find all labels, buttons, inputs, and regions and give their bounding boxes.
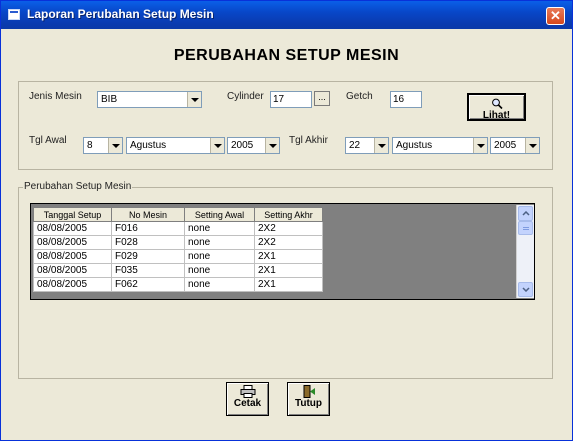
tgl-akhir-day-select[interactable]: 22 bbox=[345, 137, 389, 154]
table-row[interactable]: 08/08/2005 F062 none 2X1 bbox=[33, 277, 323, 292]
table-cell[interactable]: F062 bbox=[111, 277, 185, 292]
scroll-up-button[interactable] bbox=[518, 206, 533, 221]
table-cell[interactable]: 2X1 bbox=[254, 277, 323, 292]
column-header[interactable]: No Mesin bbox=[111, 207, 185, 222]
table-cell[interactable]: none bbox=[184, 277, 255, 292]
chevron-down-icon[interactable] bbox=[525, 138, 539, 153]
report-window: Laporan Perubahan Setup Mesin ✕ PERUBAHA… bbox=[0, 0, 573, 441]
chevron-down-icon[interactable] bbox=[374, 138, 388, 153]
page-title: PERUBAHAN SETUP MESIN bbox=[173, 47, 400, 64]
result-grid[interactable]: Tanggal Setup No Mesin Setting Awal Sett… bbox=[30, 203, 535, 300]
tgl-akhir-month-value: Agustus bbox=[396, 140, 433, 151]
table-cell[interactable]: none bbox=[184, 249, 255, 264]
table-cell[interactable]: F029 bbox=[111, 249, 185, 264]
tgl-awal-day-select[interactable]: 8 bbox=[83, 137, 123, 154]
lihat-button[interactable]: Lihat! bbox=[467, 93, 526, 121]
chevron-down-icon[interactable] bbox=[473, 138, 487, 153]
table-header-row: Tanggal Setup No Mesin Setting Awal Sett… bbox=[33, 207, 323, 222]
tgl-awal-year-select[interactable]: 2005 bbox=[227, 137, 280, 154]
table-cell[interactable]: 2X2 bbox=[254, 235, 323, 250]
chevron-down-icon[interactable] bbox=[108, 138, 122, 153]
window-icon bbox=[8, 9, 20, 20]
result-table: Tanggal Setup No Mesin Setting Awal Sett… bbox=[33, 207, 323, 292]
magnifier-icon bbox=[491, 98, 503, 110]
table-cell[interactable]: 08/08/2005 bbox=[33, 221, 112, 236]
tgl-akhir-month-select[interactable]: Agustus bbox=[392, 137, 488, 154]
tgl-akhir-label: Tgl Akhir bbox=[289, 135, 328, 146]
printer-icon bbox=[240, 385, 255, 398]
table-cell[interactable]: 08/08/2005 bbox=[33, 249, 112, 264]
table-cell[interactable]: 2X1 bbox=[254, 249, 323, 264]
table-cell[interactable]: 2X2 bbox=[254, 221, 323, 236]
tgl-awal-month-select[interactable]: Agustus bbox=[126, 137, 225, 154]
jenis-mesin-select[interactable]: BIB bbox=[97, 91, 202, 108]
table-row[interactable]: 08/08/2005 F028 none 2X2 bbox=[33, 235, 323, 250]
tgl-akhir-day-value: 22 bbox=[349, 140, 361, 151]
chevron-down-icon[interactable] bbox=[265, 138, 279, 153]
table-cell[interactable]: F035 bbox=[111, 263, 185, 278]
cetak-label: Cetak bbox=[233, 398, 262, 409]
table-cell[interactable]: none bbox=[184, 263, 255, 278]
table-cell[interactable]: F028 bbox=[111, 235, 185, 250]
table-cell[interactable]: 08/08/2005 bbox=[33, 263, 112, 278]
lihat-label: Lihat! bbox=[482, 110, 511, 121]
tgl-awal-label: Tgl Awal bbox=[29, 135, 67, 146]
tgl-awal-day-value: 8 bbox=[87, 140, 93, 151]
scroll-thumb[interactable] bbox=[518, 221, 533, 235]
jenis-mesin-value: BIB bbox=[101, 94, 118, 105]
chevron-down-icon bbox=[522, 287, 530, 292]
result-group-label: Perubahan Setup Mesin bbox=[23, 181, 133, 192]
getch-label: Getch bbox=[346, 91, 373, 102]
cylinder-browse-button[interactable]: ... bbox=[314, 91, 330, 106]
title-bar[interactable]: Laporan Perubahan Setup Mesin ✕ bbox=[1, 1, 572, 29]
cetak-button[interactable]: Cetak bbox=[226, 382, 269, 416]
jenis-mesin-label: Jenis Mesin bbox=[29, 91, 82, 102]
table-row[interactable]: 08/08/2005 F035 none 2X1 bbox=[33, 263, 323, 278]
table-cell[interactable]: 08/08/2005 bbox=[33, 235, 112, 250]
table-row[interactable]: 08/08/2005 F016 none 2X2 bbox=[33, 221, 323, 236]
chevron-up-icon bbox=[522, 211, 530, 216]
column-header[interactable]: Tanggal Setup bbox=[33, 207, 112, 222]
cylinder-field[interactable]: 17 bbox=[270, 91, 312, 108]
tgl-awal-year-value: 2005 bbox=[231, 140, 254, 151]
table-cell[interactable]: none bbox=[184, 221, 255, 236]
tgl-akhir-year-select[interactable]: 2005 bbox=[490, 137, 540, 154]
column-header[interactable]: Setting Awal bbox=[184, 207, 255, 222]
getch-field[interactable]: 16 bbox=[390, 91, 422, 108]
table-cell[interactable]: 2X1 bbox=[254, 263, 323, 278]
window-title: Laporan Perubahan Setup Mesin bbox=[27, 7, 214, 21]
scroll-down-button[interactable] bbox=[518, 282, 533, 297]
close-button[interactable]: ✕ bbox=[546, 7, 565, 25]
tgl-akhir-year-value: 2005 bbox=[494, 140, 517, 151]
tutup-button[interactable]: Tutup bbox=[287, 382, 330, 416]
chevron-down-icon[interactable] bbox=[187, 92, 201, 107]
tutup-label: Tutup bbox=[294, 398, 323, 409]
table-cell[interactable]: 08/08/2005 bbox=[33, 277, 112, 292]
table-cell[interactable]: none bbox=[184, 235, 255, 250]
exit-door-icon bbox=[303, 385, 315, 398]
cylinder-label: Cylinder bbox=[227, 91, 264, 102]
table-row[interactable]: 08/08/2005 F029 none 2X1 bbox=[33, 249, 323, 264]
chevron-down-icon[interactable] bbox=[210, 138, 224, 153]
vertical-scrollbar[interactable] bbox=[516, 205, 534, 298]
tgl-awal-month-value: Agustus bbox=[130, 140, 167, 151]
table-cell[interactable]: F016 bbox=[111, 221, 185, 236]
column-header[interactable]: Setting Akhr bbox=[254, 207, 323, 222]
